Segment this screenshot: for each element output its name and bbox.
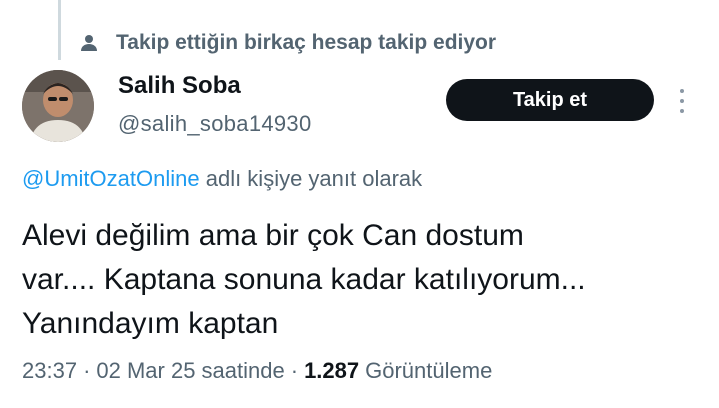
- reply-context-text: adlı kişiye yanıt olarak: [199, 166, 423, 191]
- avatar[interactable]: [22, 70, 94, 142]
- views-label: Görüntüleme: [365, 358, 493, 383]
- social-context: Takip ettiğin birkaç hesap takip ediyor: [78, 28, 496, 58]
- follow-button[interactable]: Takip et: [446, 79, 654, 121]
- thread-connector-line: [58, 0, 61, 60]
- reply-context: @UmitOzatOnline adlı kişiye yanıt olarak: [22, 166, 422, 192]
- tweet-text: Alevi değilim ama bir çok Can dostum var…: [22, 214, 702, 346]
- views-count: 1.287: [304, 358, 360, 383]
- tweet-line: Yanındayım kaptan: [22, 307, 279, 340]
- meta-separator: ·: [83, 358, 91, 383]
- meta-separator: ·: [290, 358, 299, 383]
- person-icon: [78, 32, 100, 54]
- reply-mention-link[interactable]: @UmitOzatOnline: [22, 166, 200, 191]
- tweet-line: Alevi değilim ama bir çok Can dostum: [22, 219, 524, 252]
- more-dots-icon[interactable]: [672, 86, 692, 116]
- social-context-text: Takip ettiğin birkaç hesap takip ediyor: [116, 31, 497, 54]
- tweet-date[interactable]: 02 Mar 25 saatinde: [96, 358, 284, 384]
- author-name[interactable]: Salih Soba: [118, 72, 241, 100]
- tweet-meta: 23:37 · 02 Mar 25 saatinde · 1.287 Görün…: [22, 358, 492, 384]
- author-handle[interactable]: @salih_soba14930: [118, 111, 312, 137]
- tweet-time[interactable]: 23:37: [22, 358, 77, 384]
- tweet-line: var.... Kaptana sonuna kadar katılıyorum…: [22, 263, 586, 296]
